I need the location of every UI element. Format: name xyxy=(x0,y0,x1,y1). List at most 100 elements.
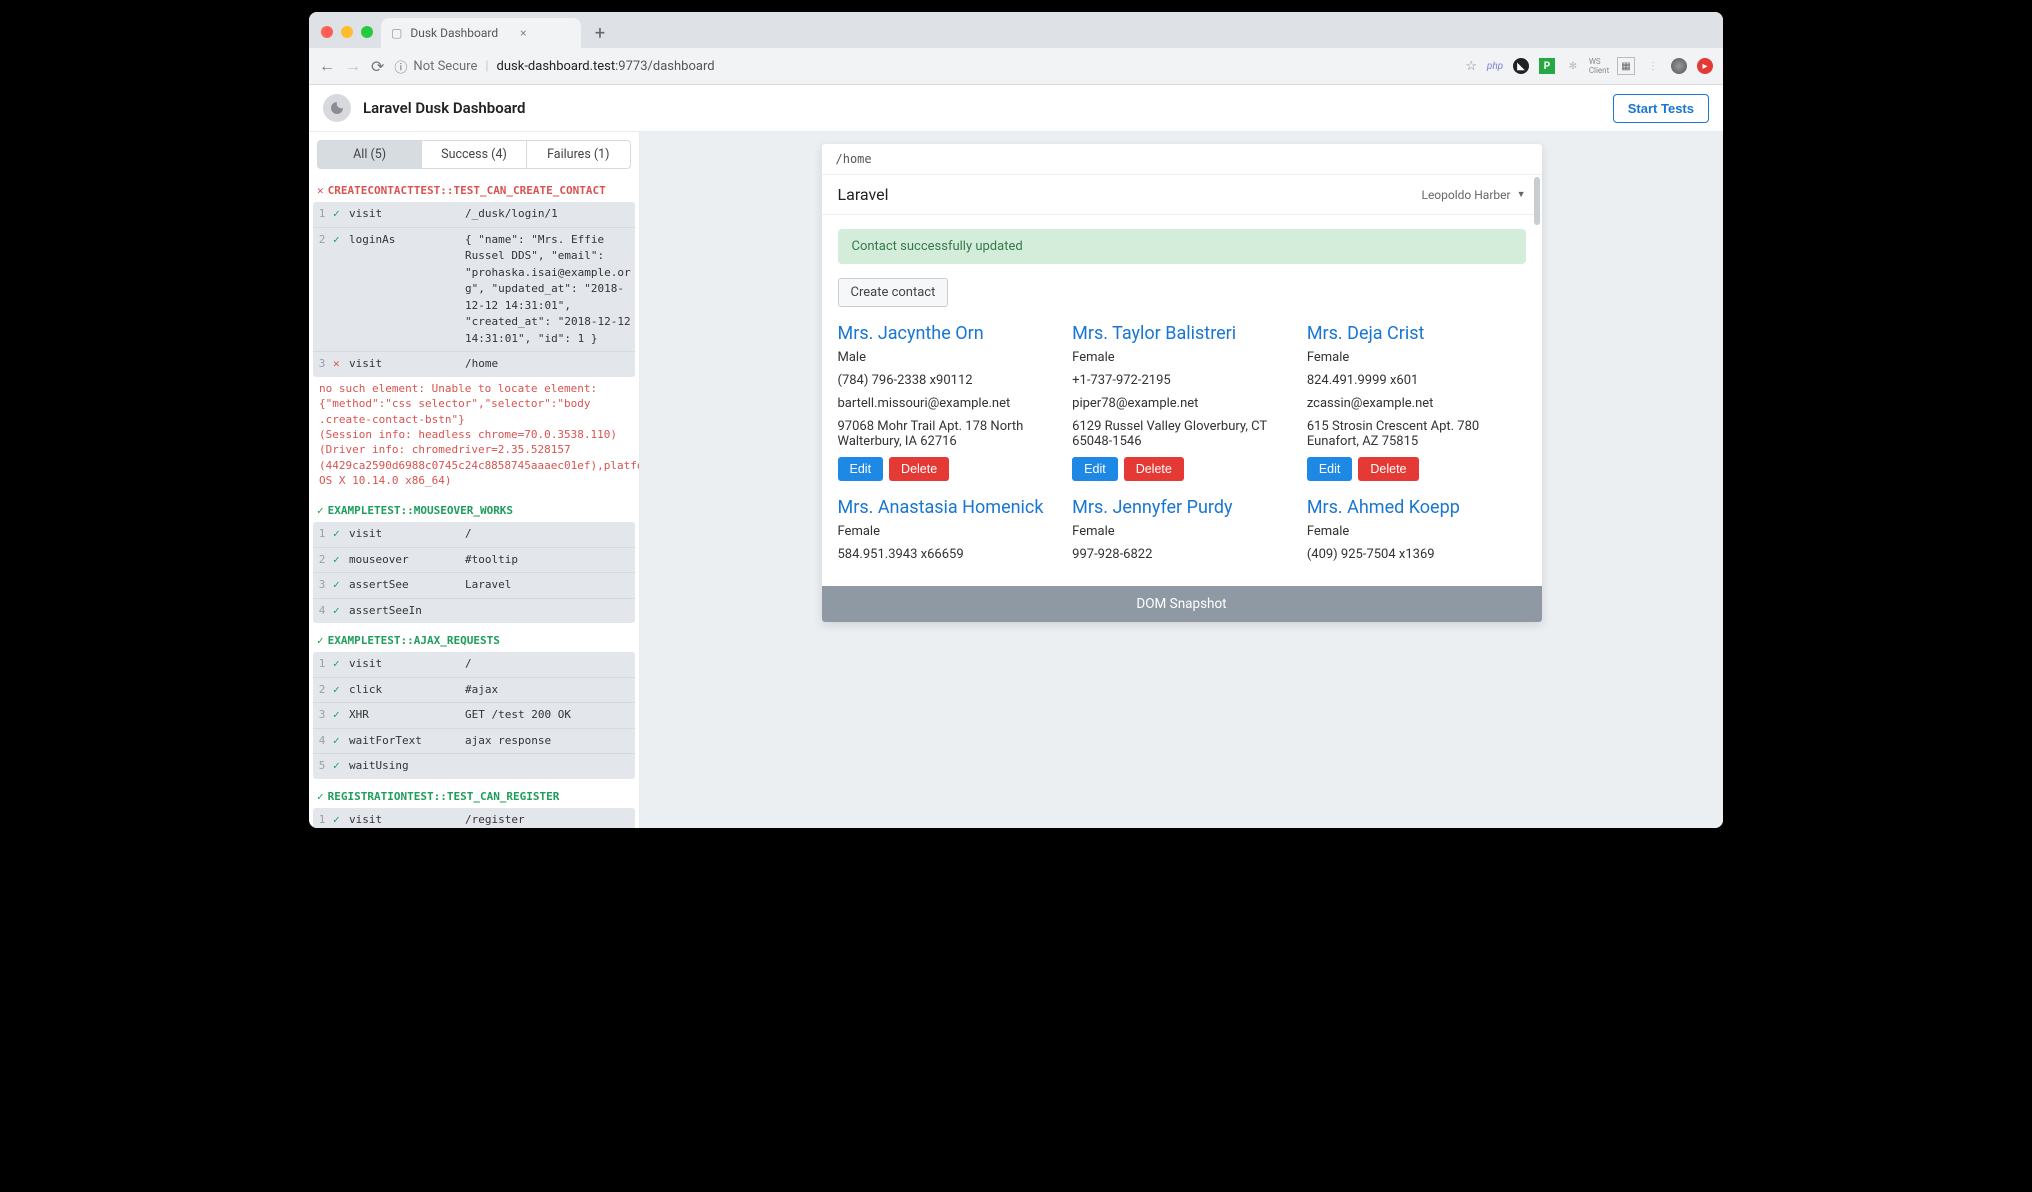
new-tab-button[interactable]: + xyxy=(587,20,613,46)
test-step[interactable]: 2✓mouseover#tooltip xyxy=(313,547,635,573)
success-alert: Contact successfully updated xyxy=(838,229,1526,264)
error-message: no such element: Unable to locate elemen… xyxy=(313,377,635,493)
page-title: Laravel Dusk Dashboard xyxy=(363,99,525,117)
step-arg xyxy=(463,599,635,607)
window-controls xyxy=(317,26,381,48)
test-step[interactable]: 3✓XHRGET /test 200 OK xyxy=(313,702,635,728)
ext-p-icon[interactable]: P xyxy=(1539,58,1555,74)
delete-button[interactable]: Delete xyxy=(889,457,949,481)
ext-gear-icon[interactable]: ✻ xyxy=(1565,58,1581,74)
not-secure-label: Not Secure xyxy=(413,59,477,74)
tab-close-icon[interactable]: × xyxy=(520,26,526,40)
tab-title: Dusk Dashboard xyxy=(410,26,498,40)
test-step[interactable]: 4✓assertSeeIn xyxy=(313,598,635,624)
reload-button[interactable]: ⟳ xyxy=(371,57,384,76)
step-arg: ajax response xyxy=(463,729,635,754)
contact-name[interactable]: Mrs. Ahmed Koepp xyxy=(1307,497,1526,518)
ext-php-icon[interactable]: php xyxy=(1487,58,1503,74)
test-step[interactable]: 1✓visit/_dusk/login/1 xyxy=(313,202,635,227)
test-step[interactable]: 3✓assertSeeLaravel xyxy=(313,572,635,598)
contact-name[interactable]: Mrs. Deja Crist xyxy=(1307,323,1526,344)
step-arg: Laravel xyxy=(463,573,635,598)
ext-grid-icon[interactable]: ▦ xyxy=(1617,57,1635,75)
check-icon: ✓ xyxy=(317,789,324,804)
browser-tab[interactable]: ▢ Dusk Dashboard × xyxy=(381,18,581,48)
contact-actions: EditDelete xyxy=(1072,457,1291,481)
edit-button[interactable]: Edit xyxy=(1307,457,1353,481)
contact-gender: Female xyxy=(1307,524,1526,539)
dusk-logo-icon xyxy=(323,94,351,122)
check-icon: ✓ xyxy=(317,503,324,518)
contact-grid: Mrs. Jacynthe OrnMale(784) 796-2338 x901… xyxy=(822,307,1542,586)
step-command: visit xyxy=(347,808,463,828)
contact-name[interactable]: Mrs. Taylor Balistreri xyxy=(1072,323,1291,344)
test-title[interactable]: ✕CREATECONTACTTEST::TEST_CAN_CREATE_CONT… xyxy=(313,179,635,202)
contact-name[interactable]: Mrs. Jennyfer Purdy xyxy=(1072,497,1291,518)
test-step[interactable]: 2✓loginAs{ "name": "Mrs. Effie Russel DD… xyxy=(313,227,635,352)
test-title[interactable]: ✓EXAMPLETEST::MOUSEOVER_WORKS xyxy=(313,499,635,522)
delete-button[interactable]: Delete xyxy=(1358,457,1418,481)
preview-route: /home xyxy=(822,144,1542,175)
test-title[interactable]: ✓REGISTRATIONTEST::TEST_CAN_REGISTER xyxy=(313,785,635,808)
test-step[interactable]: 1✓visit/ xyxy=(313,652,635,677)
user-name: Leopoldo Harber xyxy=(1421,188,1510,202)
start-tests-button[interactable]: Start Tests xyxy=(1613,94,1709,123)
contact-name[interactable]: Mrs. Anastasia Homenick xyxy=(838,497,1057,518)
contact-name[interactable]: Mrs. Jacynthe Orn xyxy=(838,323,1057,344)
forward-button[interactable]: → xyxy=(345,56,361,76)
step-command: visit xyxy=(347,652,463,677)
app-brand[interactable]: Laravel xyxy=(838,185,889,204)
step-number: 2 xyxy=(313,548,331,573)
dom-snapshot-button[interactable]: DOM Snapshot xyxy=(822,586,1542,622)
preview-scrollbar[interactable] xyxy=(1534,177,1540,225)
tab-all[interactable]: All (5) xyxy=(317,140,422,169)
avatar-icon[interactable] xyxy=(1671,58,1687,74)
step-command: mouseover xyxy=(347,548,463,573)
test-step[interactable]: 4✓waitForTextajax response xyxy=(313,728,635,754)
ext-red-icon[interactable]: ▸ xyxy=(1697,58,1713,74)
edit-button[interactable]: Edit xyxy=(1072,457,1118,481)
test-step[interactable]: 5✓waitUsing xyxy=(313,753,635,779)
tab-failures[interactable]: Failures (1) xyxy=(527,140,631,169)
site-info-icon[interactable]: ⓘ Not Secure xyxy=(394,57,477,76)
ext-circle-icon[interactable]: ◣ xyxy=(1513,58,1529,74)
contact-gender: Female xyxy=(1072,524,1291,539)
minimize-icon[interactable] xyxy=(341,26,353,38)
edit-button[interactable]: Edit xyxy=(838,457,884,481)
test-title[interactable]: ✓EXAMPLETEST::AJAX_REQUESTS xyxy=(313,629,635,652)
contact-email: zcassin@example.net xyxy=(1307,396,1526,411)
test-step[interactable]: 2✓click#ajax xyxy=(313,677,635,703)
check-icon: ✓ xyxy=(331,808,347,828)
create-contact-button[interactable]: Create contact xyxy=(838,278,949,307)
ext-ws-icon[interactable]: WSClient xyxy=(1591,58,1607,74)
back-button[interactable]: ← xyxy=(319,56,335,76)
contact-actions: EditDelete xyxy=(1307,457,1526,481)
check-icon: ✓ xyxy=(331,599,347,624)
tab-success[interactable]: Success (4) xyxy=(422,140,526,169)
contact-address: 6129 Russel Valley Gloverbury, CT 65048-… xyxy=(1072,419,1291,449)
browser-window: ▢ Dusk Dashboard × + ← → ⟳ ⓘ Not Secure … xyxy=(309,12,1723,828)
test-step[interactable]: 1✓visit/ xyxy=(313,522,635,547)
preview-content: Laravel Leopoldo Harber ▼ Contact succes… xyxy=(822,175,1542,586)
step-arg: /register xyxy=(463,808,635,828)
step-number: 4 xyxy=(313,599,331,624)
maximize-icon[interactable] xyxy=(361,26,373,38)
user-menu[interactable]: Leopoldo Harber ▼ xyxy=(1421,188,1525,202)
x-icon: ✕ xyxy=(331,352,347,377)
check-icon: ✓ xyxy=(331,573,347,598)
browser-toolbar: ← → ⟳ ⓘ Not Secure | dusk-dashboard.test… xyxy=(309,48,1723,85)
star-icon[interactable]: ☆ xyxy=(1465,59,1477,74)
delete-button[interactable]: Delete xyxy=(1124,457,1184,481)
contact-card: Mrs. Deja CristFemale824.491.9999 x601zc… xyxy=(1299,315,1534,489)
contact-actions: EditDelete xyxy=(838,457,1057,481)
test-step[interactable]: 1✓visit/register xyxy=(313,808,635,828)
step-number: 2 xyxy=(313,678,331,703)
address-bar[interactable]: ⓘ Not Secure | dusk-dashboard.test:9773/… xyxy=(394,57,1455,76)
contact-phone: +1-737-972-2195 xyxy=(1072,373,1291,388)
step-command: XHR xyxy=(347,703,463,728)
check-icon: ✓ xyxy=(331,678,347,703)
close-icon[interactable] xyxy=(321,26,333,38)
test-step[interactable]: 3✕visit/home xyxy=(313,351,635,377)
test-list[interactable]: ✕CREATECONTACTTEST::TEST_CAN_CREATE_CONT… xyxy=(309,169,639,828)
ext-dots-icon[interactable]: ⋮ xyxy=(1645,58,1661,74)
